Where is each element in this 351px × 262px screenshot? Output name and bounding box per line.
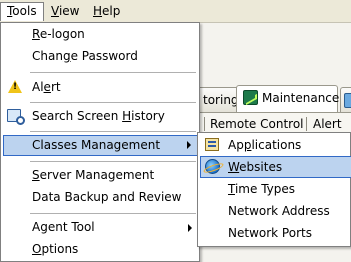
menu-tools[interactable]: Tools [0, 2, 44, 21]
menu-item-search-screen-history[interactable]: Search Screen History [3, 106, 198, 127]
tools-menu: Re-logon Change Password ! Alert Search … [0, 22, 200, 262]
classes-submenu: Applications Websites Time Types Network… [197, 132, 351, 247]
menu-item-change-password[interactable]: Change Password [3, 46, 198, 67]
tab-overflow-icon [344, 93, 351, 108]
menu-item-data-backup-review[interactable]: Data Backup and Review [3, 187, 198, 208]
submenu-arrow-icon [187, 141, 191, 149]
menu-separator [30, 72, 196, 73]
toolbar-separator [204, 117, 205, 131]
alert-button[interactable]: Alert [313, 116, 342, 132]
menu-view[interactable]: View [44, 2, 86, 21]
tab-next[interactable] [340, 87, 351, 113]
tab-maintenance[interactable]: Maintenance [236, 85, 339, 113]
submenu-item-applications[interactable]: Applications [200, 134, 351, 156]
menu-separator [30, 131, 196, 132]
maintenance-icon [243, 90, 258, 105]
menu-item-alert[interactable]: ! Alert [3, 77, 198, 98]
submenu-item-websites[interactable]: Websites [200, 156, 351, 178]
menu-help[interactable]: Help [86, 2, 127, 21]
submenu-item-time-types[interactable]: Time Types [200, 178, 351, 200]
menu-item-relogon[interactable]: Re-logon [3, 24, 198, 45]
toolbar-separator [306, 117, 307, 131]
websites-icon [205, 159, 220, 174]
menu-item-server-management[interactable]: Server Management [3, 165, 198, 186]
search-history-icon [7, 109, 25, 125]
menu-bar: Tools View Help [0, 0, 351, 23]
submenu-item-network-ports[interactable]: Network Ports [200, 222, 351, 244]
menu-item-classes-management[interactable]: Classes Management [3, 135, 198, 156]
remote-control-button[interactable]: Remote Control [210, 116, 304, 132]
menu-item-options[interactable]: Options [3, 239, 198, 260]
applications-icon [205, 138, 219, 151]
menu-separator [30, 102, 196, 103]
submenu-arrow-icon [188, 224, 192, 232]
menu-separator [30, 161, 196, 162]
alert-exclamation: ! [13, 82, 18, 92]
submenu-item-network-address[interactable]: Network Address [200, 200, 351, 222]
menu-item-agent-tool[interactable]: Agent Tool [3, 217, 198, 238]
menu-separator [30, 213, 196, 214]
